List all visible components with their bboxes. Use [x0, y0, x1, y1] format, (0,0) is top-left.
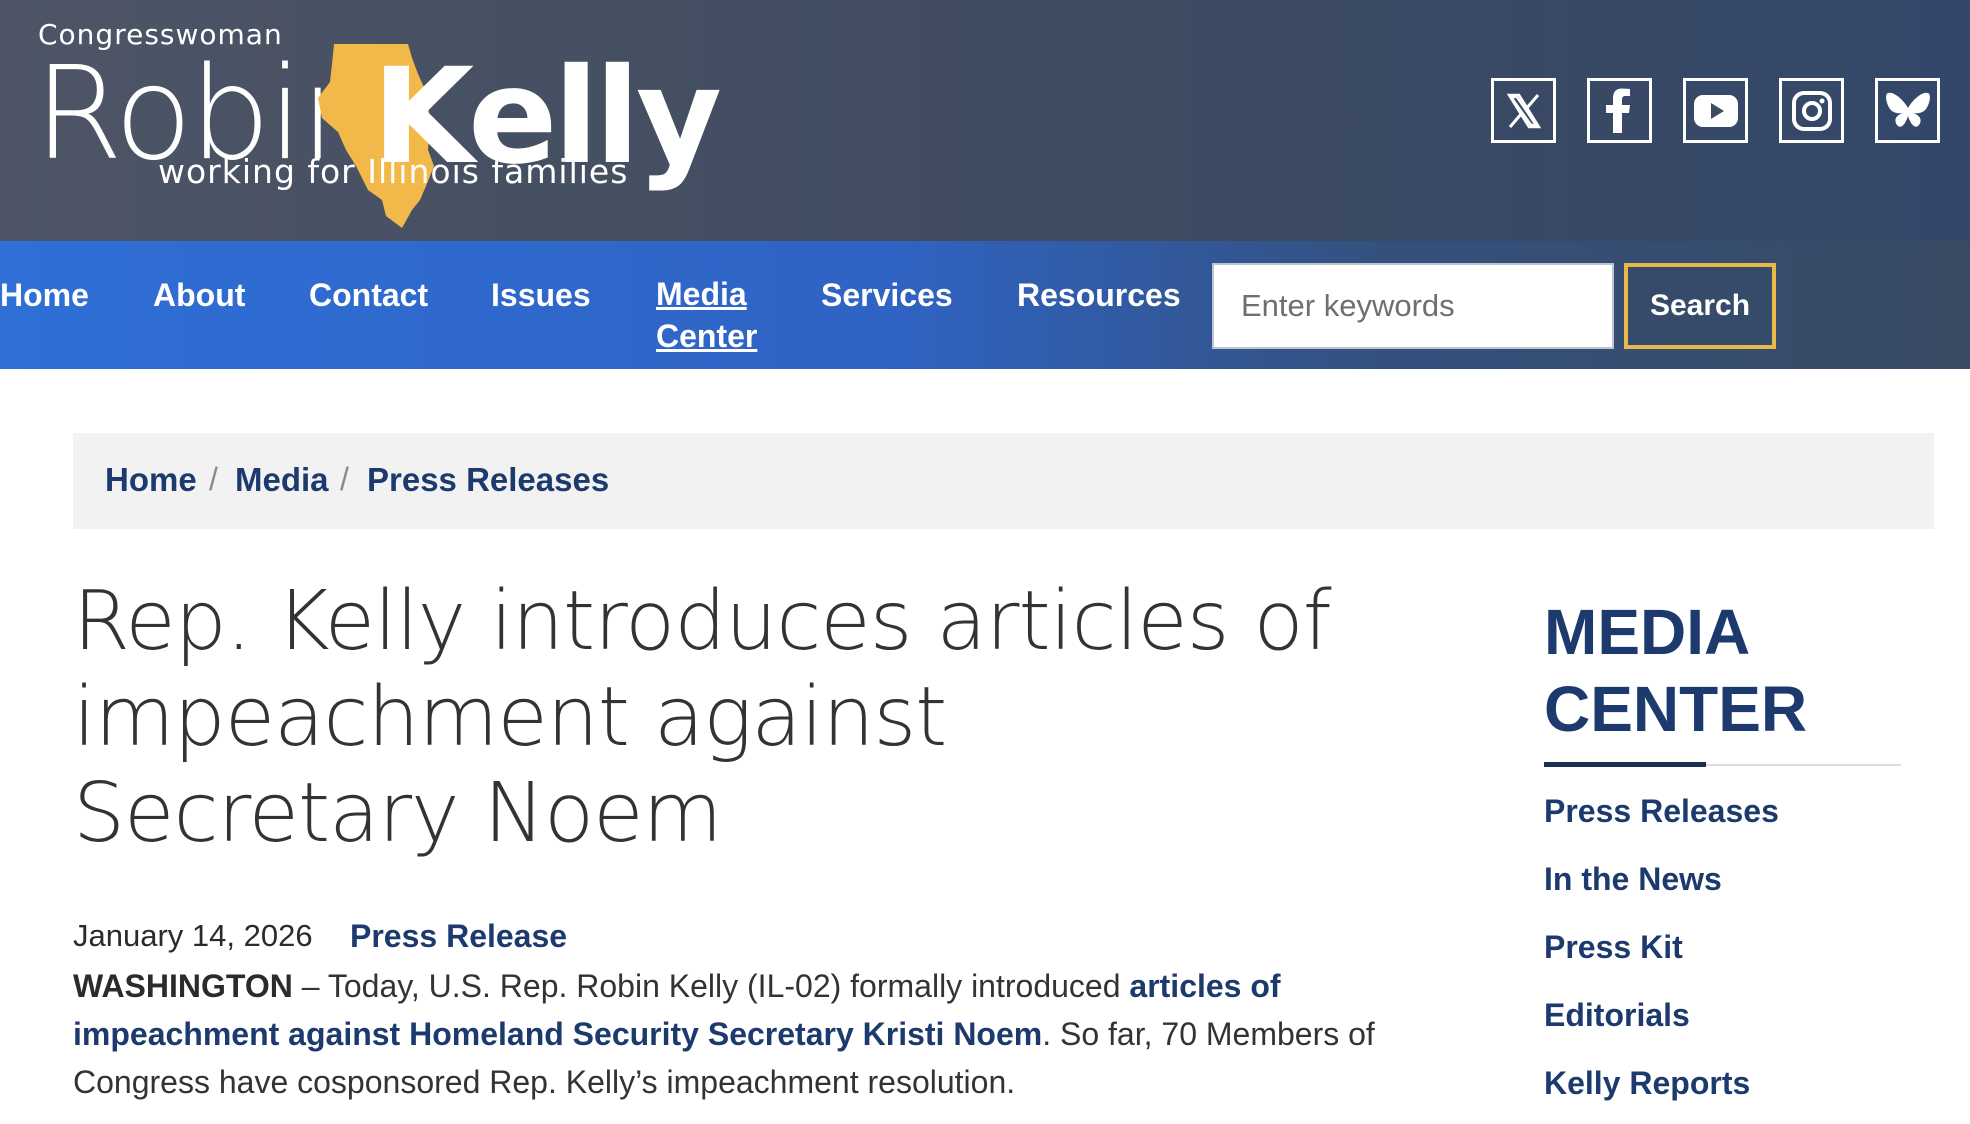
- site-header: Congresswoman Robin Kelly working for Il…: [0, 0, 1970, 241]
- breadcrumb-media[interactable]: Media: [235, 461, 329, 499]
- nav-resources[interactable]: Resources: [1017, 270, 1181, 320]
- article-title: Rep. Kelly introduces articles of impeac…: [73, 574, 1332, 861]
- nav-contact[interactable]: Contact: [309, 270, 428, 320]
- nav-issues[interactable]: Issues: [491, 270, 591, 320]
- facebook-icon[interactable]: [1587, 78, 1652, 143]
- main-nav: Home About Contact Issues Media Center S…: [0, 241, 1970, 369]
- x-icon[interactable]: [1491, 78, 1556, 143]
- nav-about[interactable]: About: [153, 270, 245, 320]
- nav-media-line1: Media: [656, 276, 747, 312]
- site-logo[interactable]: Congresswoman Robin Kelly working for Il…: [34, 18, 722, 228]
- breadcrumb-separator: /: [340, 461, 349, 497]
- breadcrumb: Home / Media / Press Releases: [73, 433, 1934, 529]
- breadcrumb-separator: /: [209, 461, 218, 497]
- article-date: January 14, 2026: [73, 918, 313, 953]
- nav-media-center[interactable]: Media Center: [656, 270, 757, 360]
- bluesky-icon[interactable]: [1875, 78, 1940, 143]
- nav-services[interactable]: Services: [821, 270, 953, 320]
- nav-media-line2: Center: [656, 318, 758, 354]
- sidebar-item-kelly-reports[interactable]: Kelly Reports: [1544, 1065, 1750, 1102]
- sidebar-item-in-the-news[interactable]: In the News: [1544, 861, 1722, 898]
- article-dateline: WASHINGTON: [73, 968, 293, 1004]
- nav-home[interactable]: Home: [0, 270, 89, 320]
- sidebar-divider-accent: [1544, 762, 1706, 767]
- article-type-link[interactable]: Press Release: [350, 918, 567, 955]
- breadcrumb-press-releases[interactable]: Press Releases: [367, 461, 609, 499]
- search-button[interactable]: Search: [1624, 263, 1776, 349]
- sidebar-title: MEDIA CENTER: [1544, 596, 1808, 745]
- search-input[interactable]: Enter keywords: [1212, 263, 1614, 349]
- sidebar-item-press-kit[interactable]: Press Kit: [1544, 929, 1683, 966]
- youtube-icon[interactable]: [1683, 78, 1748, 143]
- breadcrumb-home[interactable]: Home: [105, 461, 197, 499]
- logo-tagline: working for Illinois families: [158, 152, 629, 191]
- article-body: WASHINGTON – Today, U.S. Rep. Robin Kell…: [73, 962, 1403, 1106]
- sidebar-item-editorials[interactable]: Editorials: [1544, 997, 1690, 1034]
- instagram-icon[interactable]: [1779, 78, 1844, 143]
- article-text-1: – Today, U.S. Rep. Robin Kelly (IL-02) f…: [292, 968, 1130, 1004]
- sidebar-item-press-releases[interactable]: Press Releases: [1544, 793, 1779, 830]
